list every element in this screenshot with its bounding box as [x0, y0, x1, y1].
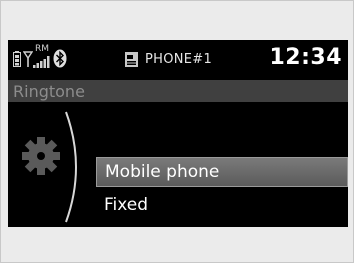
menu-item-fixed[interactable]: Fixed: [96, 190, 348, 220]
bluetooth-icon: [53, 49, 67, 68]
page-title: Ringtone: [13, 82, 85, 101]
display-screen: RM PHONE#1 12:34 Ringtone Mobile phone F…: [8, 40, 348, 227]
selector-arc: [65, 111, 77, 223]
gear-icon: [22, 137, 60, 175]
menu-item-label: Fixed: [104, 195, 149, 215]
device-frame: RM PHONE#1 12:34 Ringtone Mobile phone F…: [0, 0, 354, 263]
menu-item-label: Mobile phone: [105, 162, 220, 182]
status-bar: RM PHONE#1 12:34: [8, 40, 348, 80]
antenna-icon: [23, 51, 33, 67]
signal-icon: [33, 56, 50, 68]
battery-icon: [13, 51, 21, 67]
phone-name: PHONE#1: [145, 52, 213, 67]
menu-item-mobile-phone[interactable]: Mobile phone: [96, 157, 348, 187]
roaming-indicator: RM: [35, 44, 50, 54]
title-bar: Ringtone: [8, 80, 348, 102]
clock: 12:34: [269, 45, 342, 70]
title-divider: [8, 102, 348, 106]
phone-icon: [125, 52, 138, 67]
